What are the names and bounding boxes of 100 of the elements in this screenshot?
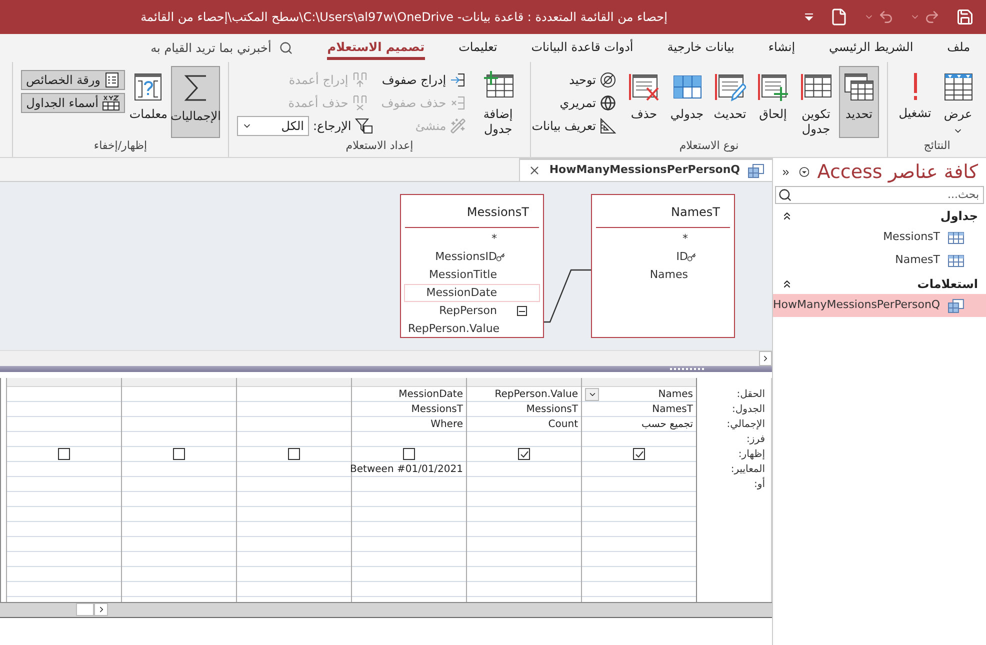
ribbon-small-button[interactable]: تعريف بيانات	[526, 116, 621, 136]
ribbon-button[interactable]: تحديد	[839, 66, 879, 138]
nav-group-header[interactable]: استعلامات	[917, 275, 978, 293]
ribbon-small-button[interactable]: ورقة الخصائص	[21, 70, 126, 90]
save-icon[interactable]	[956, 8, 974, 26]
delete-icon	[628, 71, 660, 103]
ribbon-button[interactable]: تحديث	[710, 66, 750, 138]
field-name[interactable]: RepPerson	[439, 302, 497, 320]
ribbon-tab[interactable]: إنشاء	[768, 36, 796, 60]
magic-wand-icon	[450, 118, 466, 134]
delete-columns-icon	[352, 95, 368, 111]
nav-item[interactable]: HowManyMessionsPerPersonQ	[773, 294, 986, 317]
show-checkbox[interactable]	[518, 448, 530, 460]
ribbon-button[interactable]: تكوين جدول	[796, 66, 836, 138]
nav-item[interactable]: NamesT	[773, 249, 986, 272]
ribbon-button[interactable]: حذف	[624, 66, 664, 138]
show-checkbox[interactable]	[288, 448, 300, 460]
grid-cell-text: Names	[658, 388, 693, 402]
stacked-tables-icon	[843, 71, 875, 103]
scroll-thumb[interactable]	[76, 603, 94, 616]
customize-caret-icon[interactable]	[804, 13, 814, 21]
grid-cell-text: MessionsT	[411, 402, 463, 416]
field-name[interactable]: MessionTitle	[428, 266, 497, 284]
asterisk[interactable]: *	[674, 230, 688, 248]
document-tab[interactable]: HowManyMessionsPerPersonQ	[519, 158, 772, 181]
grid-cell-text: Count	[548, 418, 578, 432]
insert-rows-icon	[450, 72, 466, 88]
nav-item[interactable]: MessionsT	[773, 226, 986, 249]
ribbon-tab[interactable]: الشريط الرئيسي	[829, 36, 914, 60]
field-name[interactable]: ID	[676, 248, 688, 266]
show-checkbox[interactable]	[173, 448, 185, 460]
collapse-toggle[interactable]	[517, 306, 527, 316]
row-label: الجدول:	[731, 403, 765, 417]
funnel-icon	[355, 118, 374, 134]
row-label: إظهار:	[737, 448, 765, 462]
table-names-icon	[102, 95, 120, 111]
field-name[interactable]: RepPerson.Value	[408, 320, 500, 338]
table-name: MessionsT	[466, 204, 529, 221]
overlapping-circles-icon	[600, 72, 616, 88]
ribbon-tab[interactable]: تعليمات	[458, 36, 498, 60]
grid-cell-text: MessionsT	[526, 402, 578, 416]
join-line	[544, 268, 592, 324]
scroll-right-button[interactable]	[94, 603, 108, 616]
grid-cell-text: Between #01/01/2021	[350, 462, 463, 476]
ribbon-tab[interactable]: بيانات خارجية	[667, 36, 734, 60]
exclamation-icon	[914, 73, 916, 100]
field-dropdown[interactable]	[585, 388, 599, 400]
show-checkbox[interactable]	[403, 448, 415, 460]
ribbon-button[interactable]: الإجماليات	[171, 66, 220, 138]
redo-icon[interactable]	[924, 9, 940, 25]
show-checkbox[interactable]	[633, 448, 645, 460]
table-icon	[948, 254, 964, 266]
ribbon-tab[interactable]: أدوات قاعدة البيانات	[531, 36, 634, 60]
ribbon-tab[interactable]: ملف	[947, 36, 970, 60]
ribbon-small-button[interactable]: أسماء الجداول	[21, 93, 126, 113]
append-icon	[757, 71, 789, 103]
ribbon-button[interactable]: إلحاق	[753, 66, 793, 138]
tell-me-field[interactable]: أخبرني بما تريد القيام به	[150, 39, 272, 57]
ribbon-button[interactable]: عرض	[938, 66, 978, 138]
ribbon-button[interactable]: معلمات	[128, 66, 168, 138]
table-grid-icon	[942, 71, 974, 103]
row-label: المعايير:	[730, 463, 765, 477]
collapse-group-icon[interactable]	[781, 210, 793, 222]
ruler-triangle-icon	[600, 118, 616, 134]
grid-cell-text: تجميع حسب	[642, 418, 693, 432]
field-name[interactable]: MessionsID	[435, 248, 497, 266]
field-name[interactable]: Names	[650, 266, 688, 284]
row-label: أو:	[753, 477, 765, 492]
ribbon-small-button[interactable]: تمريري	[526, 93, 621, 113]
grid-cell-text: RepPerson.Value	[494, 388, 578, 402]
return-dropdown[interactable]: الكل	[237, 116, 309, 136]
grid-cell-text: NamesT	[652, 402, 693, 416]
group-label: إعداد الاستعلام	[344, 138, 414, 154]
globe-icon	[600, 95, 616, 111]
dropdown-circle-icon[interactable]	[798, 165, 810, 179]
table-name: NamesT	[671, 204, 720, 221]
group-label: إظهار/إخفاء	[92, 138, 148, 154]
nav-search-field[interactable]: بحث...	[775, 186, 984, 204]
ribbon-small-button[interactable]: إدراج صفوف	[376, 70, 472, 90]
window-title: إحصاء من القائمة المتعددة : قاعدة بيانات- C:\Users\al97w\OneDrive\سطح المكتب\إحصاء من القائمة	[140, 9, 668, 26]
grid-cell-text: Where	[430, 418, 463, 432]
row-label: الإجمالي:	[726, 418, 765, 432]
ribbon-button[interactable]: إضافة جدول	[474, 66, 522, 138]
ribbon-small-button[interactable]: توحيد	[526, 70, 621, 90]
nav-group-header[interactable]: جداول	[940, 207, 978, 225]
ribbon-button[interactable]: تشغيل	[895, 66, 935, 138]
scroll-right-button[interactable]	[759, 351, 772, 366]
insert-columns-icon	[352, 72, 368, 88]
query-icon	[948, 298, 964, 312]
show-checkbox[interactable]	[58, 448, 70, 460]
close-icon[interactable]	[528, 164, 542, 177]
ribbon-button[interactable]: جدولي	[667, 66, 707, 138]
asterisk[interactable]: *	[484, 230, 497, 248]
new-file-icon[interactable]	[830, 8, 848, 26]
search-icon	[279, 41, 294, 55]
group-label: نوع الاستعلام	[678, 138, 740, 154]
undo-icon[interactable]	[878, 9, 894, 25]
search-icon	[778, 188, 792, 202]
collapse-group-icon[interactable]	[781, 278, 793, 290]
query-icon	[748, 164, 764, 178]
